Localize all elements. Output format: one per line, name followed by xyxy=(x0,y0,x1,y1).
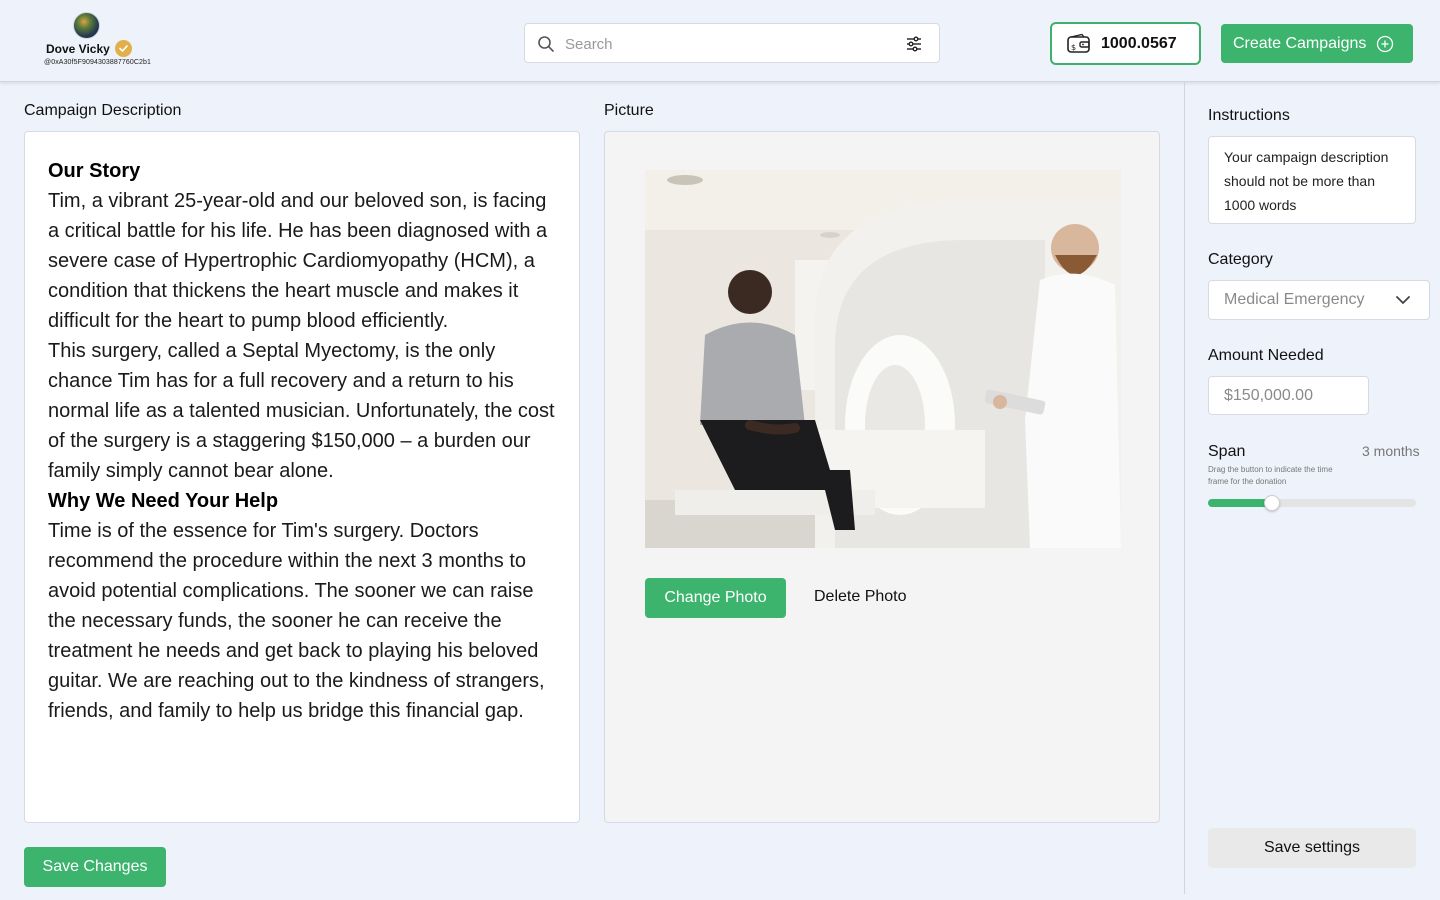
picture-panel: Change Photo Delete Photo xyxy=(604,131,1160,823)
campaign-description-label: Campaign Description xyxy=(24,102,182,119)
description-paragraph: Tim, a vibrant 25-year-old and our belov… xyxy=(48,190,548,332)
span-slider-handle[interactable] xyxy=(1264,495,1280,511)
instructions-label: Instructions xyxy=(1208,107,1290,124)
create-campaigns-button[interactable]: Create Campaigns xyxy=(1221,24,1413,63)
amount-needed-label: Amount Needed xyxy=(1208,347,1324,364)
description-paragraph: Time is of the essence for Tim's surgery… xyxy=(48,520,545,722)
profile-name: Dove Vicky xyxy=(46,42,110,56)
span-slider-fill xyxy=(1208,499,1272,507)
amount-needed-input[interactable] xyxy=(1208,376,1369,415)
verified-badge-icon xyxy=(115,40,132,57)
campaign-photo xyxy=(645,170,1121,548)
span-value: 3 months xyxy=(1362,443,1420,459)
span-hint: Drag the button to indicate the time fra… xyxy=(1208,465,1333,486)
description-paragraph: This surgery, called a Septal Myectomy, … xyxy=(48,340,555,482)
search-bar[interactable] xyxy=(524,23,940,63)
picture-label: Picture xyxy=(604,102,654,119)
filter-sliders-icon[interactable] xyxy=(905,35,923,53)
wallet-icon: $ xyxy=(1067,33,1090,53)
search-icon xyxy=(538,36,554,52)
save-settings-button[interactable]: Save settings xyxy=(1208,828,1416,868)
panel-divider xyxy=(1184,82,1185,894)
span-slider[interactable] xyxy=(1208,495,1416,511)
description-heading: Our Story xyxy=(48,160,141,182)
wallet-balance: 1000.0567 xyxy=(1101,34,1177,52)
chevron-down-icon xyxy=(1396,296,1410,304)
save-changes-button[interactable]: Save Changes xyxy=(24,847,166,887)
category-value: Medical Emergency xyxy=(1224,291,1365,308)
category-label: Category xyxy=(1208,251,1273,268)
search-input[interactable] xyxy=(565,32,885,56)
delete-photo-button[interactable]: Delete Photo xyxy=(814,588,907,606)
instructions-text: Your campaign description should not be … xyxy=(1208,136,1416,224)
change-photo-button[interactable]: Change Photo xyxy=(645,578,786,618)
span-label: Span xyxy=(1208,443,1246,460)
avatar[interactable] xyxy=(73,12,100,39)
description-heading: Why We Need Your Help xyxy=(48,490,279,512)
campaign-description-editor[interactable]: Our Story Tim, a vibrant 25-year-old and … xyxy=(24,131,580,823)
svg-text:$: $ xyxy=(1071,43,1076,52)
create-campaigns-label: Create Campaigns xyxy=(1233,34,1367,52)
wallet-address: @0xA30f5F9094303887760C2b1 xyxy=(44,59,152,66)
campaign-photo-illustration xyxy=(645,170,1121,548)
top-header: Dove Vicky @0xA30f5F9094303887760C2b1 $ … xyxy=(0,0,1440,82)
category-select[interactable]: Medical Emergency xyxy=(1208,280,1430,320)
plus-circle-icon xyxy=(1377,35,1394,52)
wallet-balance-button[interactable]: $ 1000.0567 xyxy=(1050,22,1201,65)
